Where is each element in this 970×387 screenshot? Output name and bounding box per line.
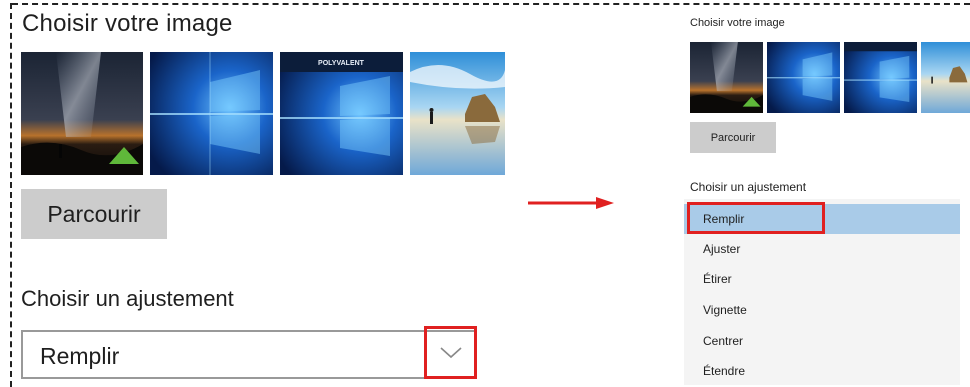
fit-option-ajuster[interactable]: Ajuster — [684, 234, 960, 264]
dropdown-toggle-highlight[interactable] — [424, 326, 477, 379]
selected-option-highlight — [687, 202, 825, 234]
choose-fit-title-small: Choisir un ajustement — [690, 180, 807, 194]
fit-option-vignette[interactable]: Vignette — [684, 295, 960, 325]
chevron-down-icon — [439, 346, 462, 358]
thumbnail-milky-way-small[interactable] — [690, 42, 763, 113]
fit-dropdown-list: Remplir Ajuster Étirer Vignette Centrer … — [684, 199, 960, 385]
dashed-border-top — [12, 3, 970, 5]
polyvalent-banner-text: POLYVALENT — [318, 60, 365, 67]
fit-select[interactable]: Remplir — [21, 326, 477, 379]
choose-image-title-small: Choisir votre image — [690, 17, 785, 29]
thumbnail-windows-polyvalent[interactable]: POLYVALENT — [280, 52, 403, 175]
fit-option-etendre[interactable]: Étendre — [684, 356, 960, 386]
choose-fit-title: Choisir un ajustement — [21, 286, 234, 311]
thumbnail-windows-blue-small[interactable] — [767, 42, 840, 113]
choose-image-title: Choisir votre image — [22, 10, 233, 37]
thumbnail-milky-way[interactable] — [21, 52, 143, 175]
thumbnail-beach[interactable] — [410, 52, 505, 175]
dashed-border-left — [10, 3, 12, 387]
browse-button-large[interactable]: Parcourir — [21, 189, 167, 239]
fit-option-etirer[interactable]: Étirer — [684, 264, 960, 294]
thumbnail-windows-blue[interactable] — [150, 52, 273, 175]
arrow-right-icon — [528, 197, 614, 209]
thumbnail-beach-small[interactable] — [921, 42, 970, 113]
browse-button-small[interactable]: Parcourir — [690, 122, 776, 153]
fit-select-value: Remplir — [40, 343, 120, 369]
fit-option-centrer[interactable]: Centrer — [684, 326, 960, 356]
thumbnail-windows-polyvalent-small[interactable] — [844, 42, 917, 113]
